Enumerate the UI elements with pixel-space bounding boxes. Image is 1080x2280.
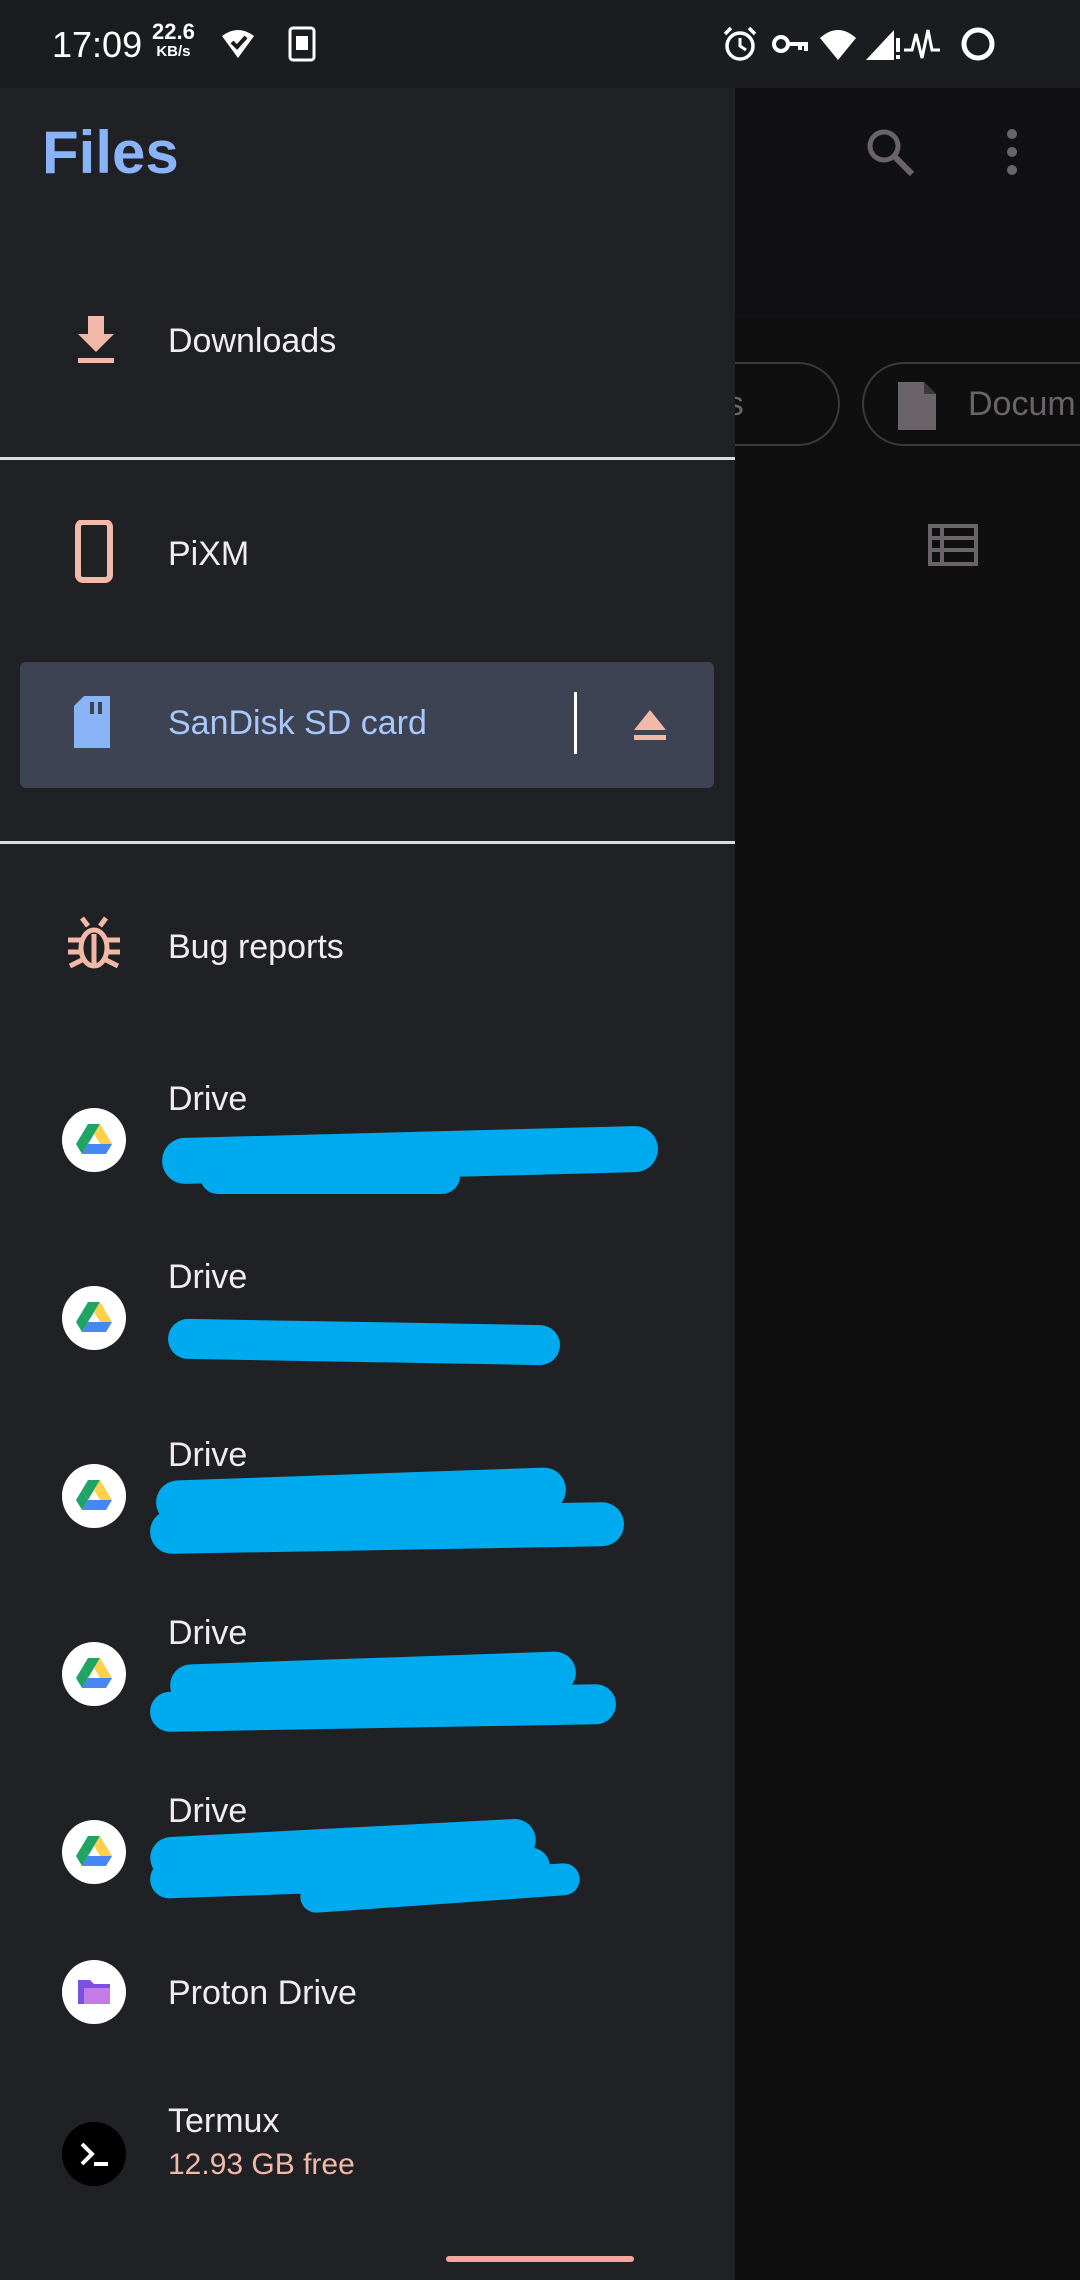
- drawer-divider: [0, 457, 735, 460]
- google-drive-icon: [62, 1642, 126, 1706]
- sd-card-icon: [74, 696, 110, 748]
- status-bar: 17:09 22.6 KB/s: [0, 0, 1080, 88]
- drawer-item-label: SanDisk SD card: [168, 704, 427, 742]
- drawer-item-proton-drive[interactable]: Proton Drive: [0, 1952, 735, 2072]
- drawer-item-termux[interactable]: Termux 12.93 GB free: [0, 2102, 735, 2232]
- google-drive-icon: [62, 1108, 126, 1172]
- google-drive-icon: [62, 1820, 126, 1884]
- drawer-item-drive-3[interactable]: Drive: [0, 1434, 735, 1584]
- google-drive-icon: [62, 1464, 126, 1528]
- battery-ring-icon: [961, 27, 995, 61]
- signal-icon: [866, 30, 900, 60]
- redaction-mark: [200, 1158, 460, 1194]
- drawer-item-label: Downloads: [168, 322, 337, 360]
- drawer-item-drive-5[interactable]: Drive: [0, 1790, 735, 1940]
- drawer-item-drive-1[interactable]: Drive: [0, 1078, 735, 1228]
- drawer-title: Files: [42, 119, 179, 186]
- activity-icon: [904, 29, 940, 59]
- proton-drive-icon: [62, 1960, 126, 2024]
- alarm-icon: [723, 26, 757, 61]
- bug-icon: [68, 916, 120, 969]
- list-view-icon[interactable]: [928, 524, 978, 566]
- drawer-item-pixm[interactable]: PiXM: [0, 520, 735, 632]
- wifi-icon: [820, 30, 856, 60]
- phone-icon: [75, 520, 113, 583]
- sim-card-icon: [288, 26, 316, 62]
- drawer-item-label: Bug reports: [168, 928, 344, 966]
- status-time: 17:09: [52, 24, 143, 65]
- chip-documents[interactable]: Docum: [862, 362, 1080, 446]
- drawer-item-downloads[interactable]: Downloads: [0, 316, 735, 428]
- drawer-item-sandisk-sd-card[interactable]: SanDisk SD card: [20, 662, 714, 788]
- redaction-mark: [149, 1683, 617, 1733]
- download-icon: [78, 316, 114, 363]
- drawer-divider: [0, 841, 735, 844]
- network-speed: 22.6 KB/s: [152, 19, 195, 62]
- redaction-mark: [167, 1318, 561, 1366]
- drawer-item-label: Drive: [168, 1792, 248, 1830]
- drawer-item-label: Drive: [168, 1436, 248, 1474]
- drawer-item-drive-4[interactable]: Drive: [0, 1612, 735, 1762]
- drawer-item-label: PiXM: [168, 535, 250, 573]
- key-icon: [772, 35, 808, 53]
- drawer-item-label: Drive: [168, 1080, 248, 1118]
- chip-documents-label: Docum: [968, 385, 1076, 423]
- terminal-icon: [62, 2122, 126, 2186]
- navigation-drawer: Files Downloads PiXM SanDisk SD card Bug…: [0, 88, 735, 2280]
- drawer-item-drive-2[interactable]: Drive: [0, 1256, 735, 1406]
- google-drive-icon: [62, 1286, 126, 1350]
- network-speed-unit: KB/s: [156, 43, 191, 60]
- more-vert-icon[interactable]: [1000, 124, 1030, 180]
- redaction-mark: [149, 1501, 625, 1555]
- drawer-item-label: Drive: [168, 1614, 248, 1652]
- search-icon[interactable]: [862, 124, 918, 180]
- network-speed-value: 22.6: [152, 19, 195, 44]
- storage-free-text: 12.93 GB free: [168, 2148, 355, 2181]
- drawer-item-label: Proton Drive: [168, 1974, 357, 2012]
- vpn-check-icon: [222, 30, 254, 58]
- drawer-item-label: Drive: [168, 1258, 248, 1296]
- drawer-item-bug-reports[interactable]: Bug reports: [0, 916, 735, 1026]
- document-icon: [898, 382, 936, 430]
- drawer-item-label: Termux: [168, 2102, 280, 2140]
- eject-icon[interactable]: [626, 700, 674, 748]
- gesture-nav-handle[interactable]: [446, 2256, 634, 2262]
- item-separator: [574, 692, 577, 754]
